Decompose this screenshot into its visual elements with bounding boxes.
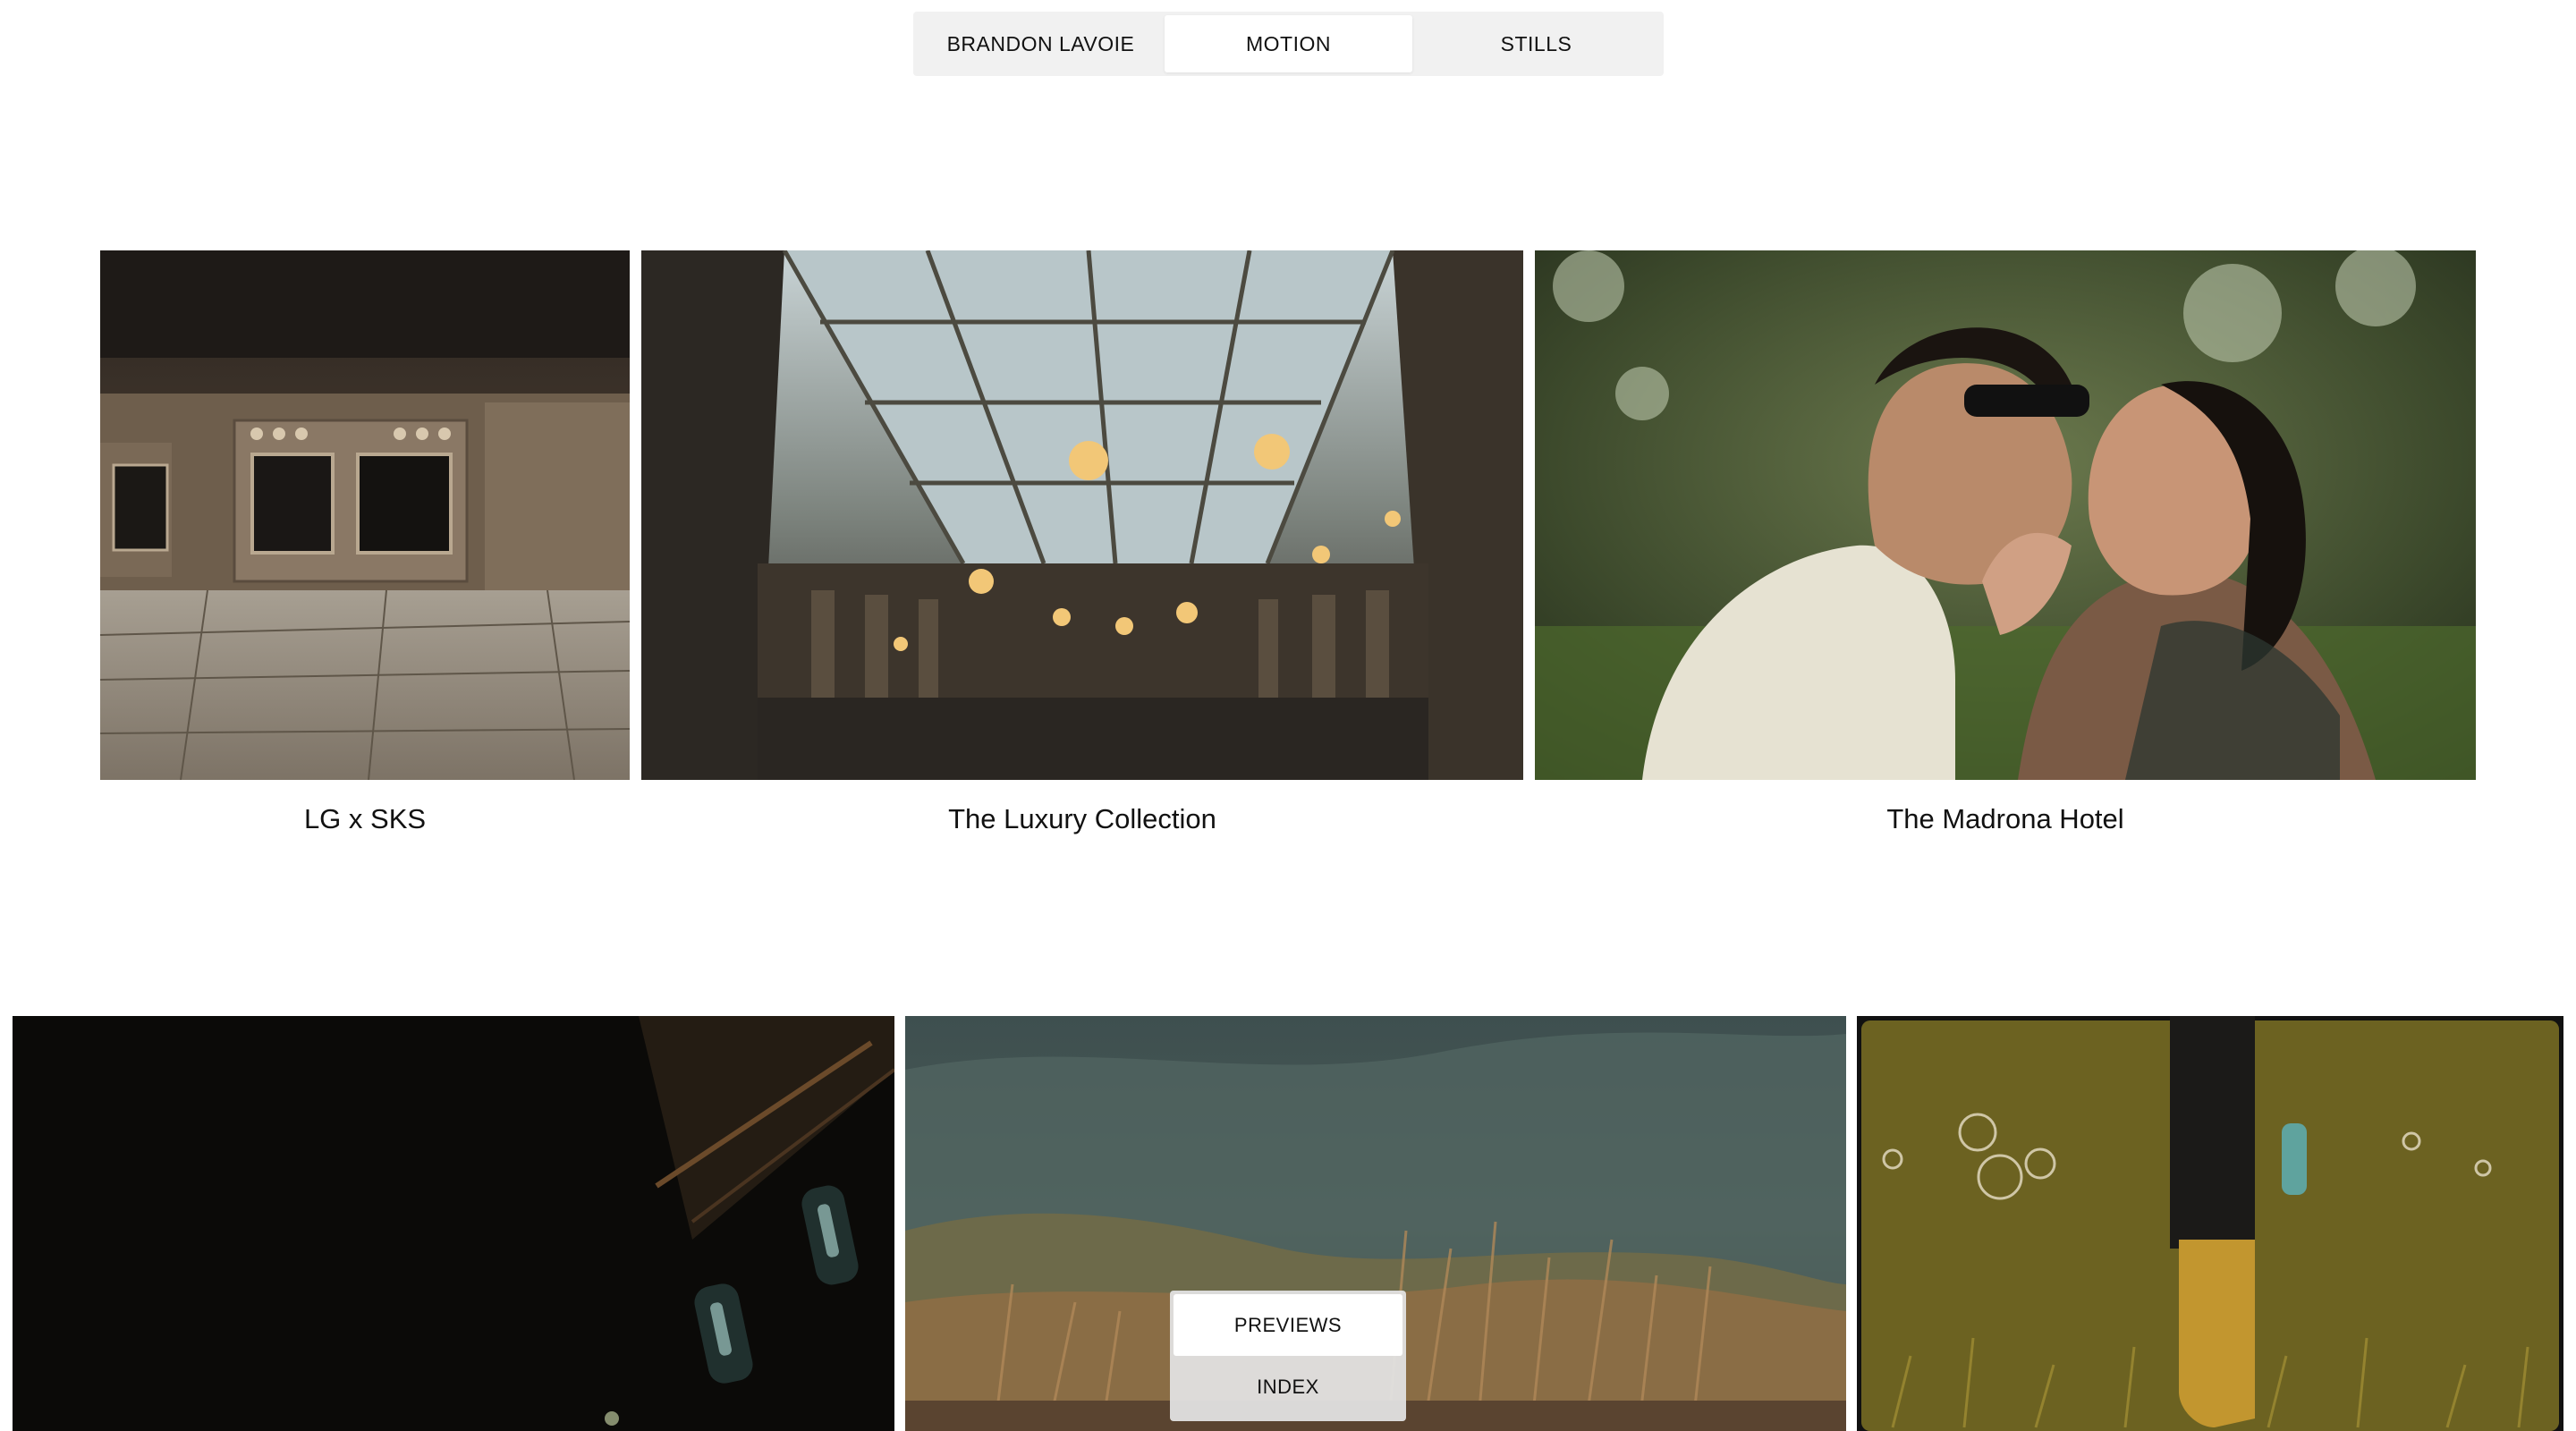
index-button[interactable]: INDEX xyxy=(1174,1356,1402,1418)
tab-motion[interactable]: MOTION xyxy=(1165,15,1412,72)
project-thumbnail[interactable] xyxy=(1857,1016,2563,1431)
top-nav: BRANDON LAVOIE MOTION STILLS xyxy=(913,12,1664,76)
project-thumbnail[interactable] xyxy=(13,1016,894,1431)
ballroom-skylight-image xyxy=(641,250,1523,780)
grass-bubbles-image xyxy=(1857,1016,2563,1431)
project-title[interactable]: The Luxury Collection xyxy=(641,801,1523,837)
tab-stills[interactable]: STILLS xyxy=(1412,15,1660,72)
previews-button[interactable]: PREVIEWS xyxy=(1174,1294,1402,1356)
view-toggle: PREVIEWS INDEX xyxy=(1170,1291,1406,1421)
project-thumbnail-luxury-collection[interactable] xyxy=(641,250,1523,780)
project-title[interactable]: The Madrona Hotel xyxy=(1535,801,2476,837)
kitchen-oven-image xyxy=(100,250,630,780)
tab-brandon-lavoie[interactable]: BRANDON LAVOIE xyxy=(917,15,1165,72)
project-title[interactable]: LG x SKS xyxy=(100,801,630,837)
dark-wine-bottles-image xyxy=(13,1016,894,1431)
project-thumbnail-lg-x-sks[interactable] xyxy=(100,250,630,780)
couple-kissing-image xyxy=(1535,250,2476,780)
project-thumbnail-madrona-hotel[interactable] xyxy=(1535,250,2476,780)
